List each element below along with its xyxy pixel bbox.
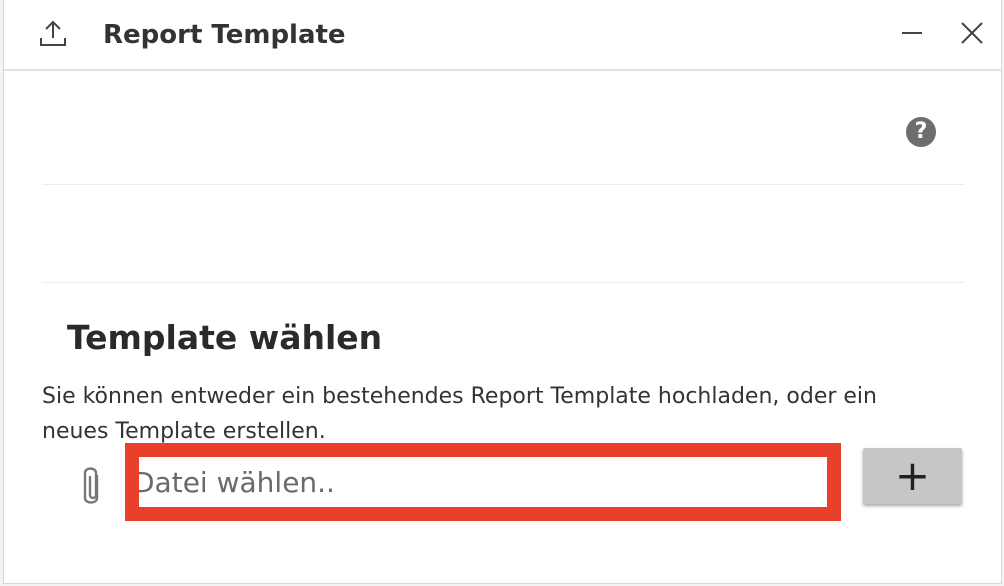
minimize-icon[interactable] (897, 18, 927, 48)
section-description: Sie können entweder ein bestehendes Repo… (42, 384, 877, 444)
dialog-title: Report Template (103, 20, 346, 50)
file-choose-input[interactable] (139, 457, 827, 507)
title-bar: Report Template (4, 0, 1001, 71)
close-icon[interactable] (957, 18, 987, 48)
add-template-button[interactable]: + (863, 448, 962, 504)
upload-icon (40, 20, 66, 46)
section-heading: Template wählen (67, 318, 383, 357)
report-template-dialog: Report Template ? Template wählen Sie kö… (3, 0, 1002, 584)
help-icon[interactable]: ? (906, 117, 936, 147)
divider (42, 282, 964, 283)
file-input-highlight (125, 443, 841, 521)
paperclip-icon (83, 467, 99, 504)
divider (42, 184, 964, 185)
